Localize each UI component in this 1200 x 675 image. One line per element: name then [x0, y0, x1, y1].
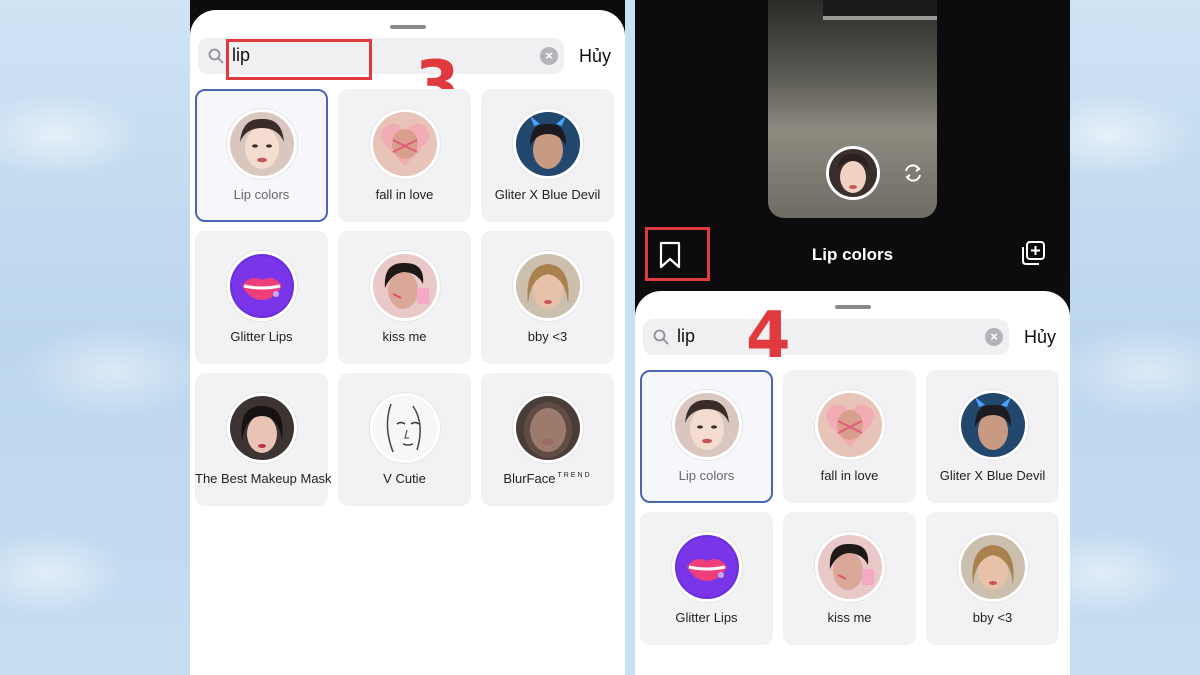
effect-thumbnail — [513, 109, 583, 179]
effect-tile[interactable]: fall in love — [783, 370, 916, 503]
sheet-drag-handle[interactable] — [390, 25, 426, 29]
effect-name: V Cutie — [383, 471, 426, 486]
left-phone-screen: lip × Hủy 3 Lip colors fall in love Gliter… — [190, 0, 625, 675]
effect-thumbnail — [958, 532, 1028, 602]
clear-search-icon[interactable]: × — [985, 328, 1003, 346]
effects-search-sheet: lip × Hủy 3 Lip colors fall in love Gliter… — [190, 10, 625, 675]
effect-thumbnail — [370, 393, 440, 463]
effect-thumbnail — [958, 390, 1028, 460]
effect-tile[interactable]: Gliter X Blue Devil — [926, 370, 1059, 503]
effect-tile[interactable]: BlurFace TREND — [481, 373, 614, 506]
effect-name: Lip colors — [678, 468, 735, 483]
background-clouds-right — [1070, 0, 1200, 675]
trend-badge: TREND — [557, 472, 592, 479]
effect-title: Lip colors — [811, 245, 894, 264]
effect-tile[interactable]: fall in love — [338, 89, 471, 222]
search-bar-2[interactable]: lip × — [643, 319, 1009, 355]
effects-search-sheet-2: lip × Hủy 4 Lip colors fall in love Gliter… — [635, 291, 1070, 675]
effect-tile[interactable]: bby <3 — [926, 512, 1059, 645]
face-thumbnail-icon — [829, 149, 877, 197]
effect-tile[interactable]: Glitter Lips — [195, 231, 328, 364]
effects-grid-2: Lip colors fall in love Gliter X Blue Devi… — [640, 370, 1059, 645]
effect-name: fall in love — [820, 468, 879, 483]
effect-thumbnail — [672, 532, 742, 602]
effect-thumbnail — [370, 251, 440, 321]
effect-thumbnail — [815, 390, 885, 460]
effect-tile[interactable]: Lip colors — [195, 89, 328, 222]
effect-name: fall in love — [375, 187, 434, 202]
effect-thumbnail — [227, 393, 297, 463]
cancel-button-2[interactable]: Hủy — [1024, 327, 1056, 348]
search-icon — [208, 48, 224, 64]
effect-thumbnail — [370, 109, 440, 179]
preview-background-object — [823, 0, 937, 20]
background-clouds-left — [0, 0, 190, 675]
flip-camera-icon[interactable] — [902, 162, 924, 184]
add-to-collection-icon[interactable] — [1020, 240, 1046, 266]
effect-tile[interactable]: kiss me — [338, 231, 471, 364]
effect-thumbnail — [513, 251, 583, 321]
clear-search-icon[interactable]: × — [540, 47, 558, 65]
effect-name: Glitter Lips — [230, 329, 293, 344]
effect-name: bby <3 — [972, 610, 1013, 625]
right-phone-screen: Lip colors lip × Hủy 4 Lip colors fall in… — [635, 0, 1070, 675]
highlight-box-search — [226, 39, 372, 80]
effect-tile[interactable]: V Cutie — [338, 373, 471, 506]
effect-tile[interactable]: Glitter Lips — [640, 512, 773, 645]
capture-button[interactable] — [826, 146, 880, 200]
search-icon — [653, 329, 669, 345]
effect-name: The Best Makeup Mask — [195, 471, 332, 486]
effect-thumbnail — [815, 532, 885, 602]
effects-grid: Lip colors fall in love Gliter X Blue Devi… — [195, 89, 614, 506]
effect-name: Gliter X Blue Devil — [494, 187, 601, 202]
effect-name: Gliter X Blue Devil — [939, 468, 1046, 483]
effect-name: Lip colors — [233, 187, 290, 202]
effect-thumbnail — [227, 251, 297, 321]
effect-name: BlurFace TREND — [503, 471, 592, 486]
sheet-drag-handle-2[interactable] — [835, 305, 871, 309]
effect-name: Glitter Lips — [675, 610, 738, 625]
step-number-label-2: 4 — [746, 299, 791, 373]
effect-name: kiss me — [827, 610, 872, 625]
panel-divider — [625, 0, 635, 675]
search-input-2[interactable]: lip — [677, 326, 695, 347]
cancel-button[interactable]: Hủy — [579, 46, 611, 67]
effect-thumbnail — [227, 109, 297, 179]
effect-tile[interactable]: Gliter X Blue Devil — [481, 89, 614, 222]
effect-tile[interactable]: Lip colors — [640, 370, 773, 503]
effect-name: kiss me — [382, 329, 427, 344]
effect-name: bby <3 — [527, 329, 568, 344]
effect-thumbnail — [672, 390, 742, 460]
effect-tile[interactable]: kiss me — [783, 512, 916, 645]
effect-thumbnail — [513, 393, 583, 463]
effect-tile[interactable]: The Best Makeup Mask — [195, 373, 332, 506]
camera-preview — [768, 0, 937, 218]
effect-tile[interactable]: bby <3 — [481, 231, 614, 364]
